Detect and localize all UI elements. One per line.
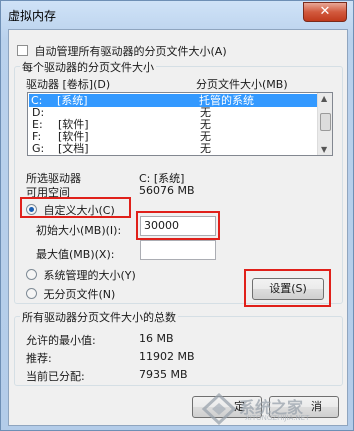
free-space-value: 56076 MB [139, 184, 195, 197]
max-size-label: 最大值(MB)(X): [36, 248, 115, 261]
dialog-title: 虚拟内存 [8, 9, 57, 23]
watermark-subtext: XITONGZHIJIA.NET [245, 414, 310, 422]
min-allowed-value: 16 MB [139, 332, 174, 345]
currently-allocated-value: 7935 MB [139, 368, 188, 381]
initial-size-label: 初始大小(MB)(I): [36, 224, 122, 237]
per-drive-group-label: 每个驱动器的分页文件大小 [20, 59, 156, 75]
scroll-down-icon[interactable]: ▼ [321, 145, 327, 154]
auto-manage-checkbox[interactable] [17, 45, 28, 56]
no-paging-option[interactable]: 无分页文件(N) [26, 286, 115, 302]
auto-manage-label: 自动管理所有驱动器的分页文件大小(A) [34, 45, 227, 58]
totals-group-label: 所有驱动器分页文件大小的总数 [20, 309, 178, 325]
system-managed-option[interactable]: 系统管理的大小(Y) [26, 267, 136, 283]
recommended-label: 推荐: [26, 352, 52, 365]
system-managed-label: 系统管理的大小(Y) [43, 269, 136, 282]
watermark-logo-icon [201, 392, 237, 426]
virtual-memory-dialog: 虚拟内存 ✕ 自动管理所有驱动器的分页文件大小(A) 每个驱动器的分页文件大小 … [0, 0, 354, 431]
auto-manage-option[interactable]: 自动管理所有驱动器的分页文件大小(A) [17, 43, 227, 59]
max-size-input[interactable] [140, 240, 216, 260]
watermark: 系统之家 XITONGZHIJIA.NET [201, 392, 351, 426]
drive-row[interactable]: G: [文档] 无 [30, 142, 320, 155]
highlight-box [136, 211, 220, 240]
currently-allocated-label: 当前已分配: [26, 370, 85, 383]
min-allowed-label: 允许的最小值: [26, 334, 96, 347]
no-paging-label: 无分页文件(N) [43, 288, 116, 301]
scroll-thumb[interactable] [320, 113, 331, 131]
drive-row-label: [文档] [58, 142, 89, 155]
close-button[interactable]: ✕ [303, 2, 347, 22]
highlight-box [20, 197, 131, 218]
column-header-size: 分页文件大小(MB) [196, 78, 288, 91]
drive-row-drive: G: [32, 142, 45, 155]
close-icon: ✕ [319, 4, 331, 19]
drive-list[interactable]: C: [系统] 托管的系统 D: 无 E: [软件] 无 F: [软件] 无 G: [文档] 无 ▲ ▼ [27, 92, 333, 156]
system-managed-radio[interactable] [26, 269, 37, 280]
no-paging-radio[interactable] [26, 288, 37, 299]
highlight-box [244, 269, 331, 307]
scroll-up-icon[interactable]: ▲ [321, 94, 327, 103]
dialog-body: 自动管理所有驱动器的分页文件大小(A) 每个驱动器的分页文件大小 驱动器 [卷标… [8, 29, 348, 426]
drive-list-scrollbar[interactable]: ▲ ▼ [317, 93, 332, 155]
drive-row-size: 无 [200, 142, 211, 155]
recommended-value: 11902 MB [139, 350, 195, 363]
column-header-drive: 驱动器 [卷标](D) [26, 78, 111, 91]
